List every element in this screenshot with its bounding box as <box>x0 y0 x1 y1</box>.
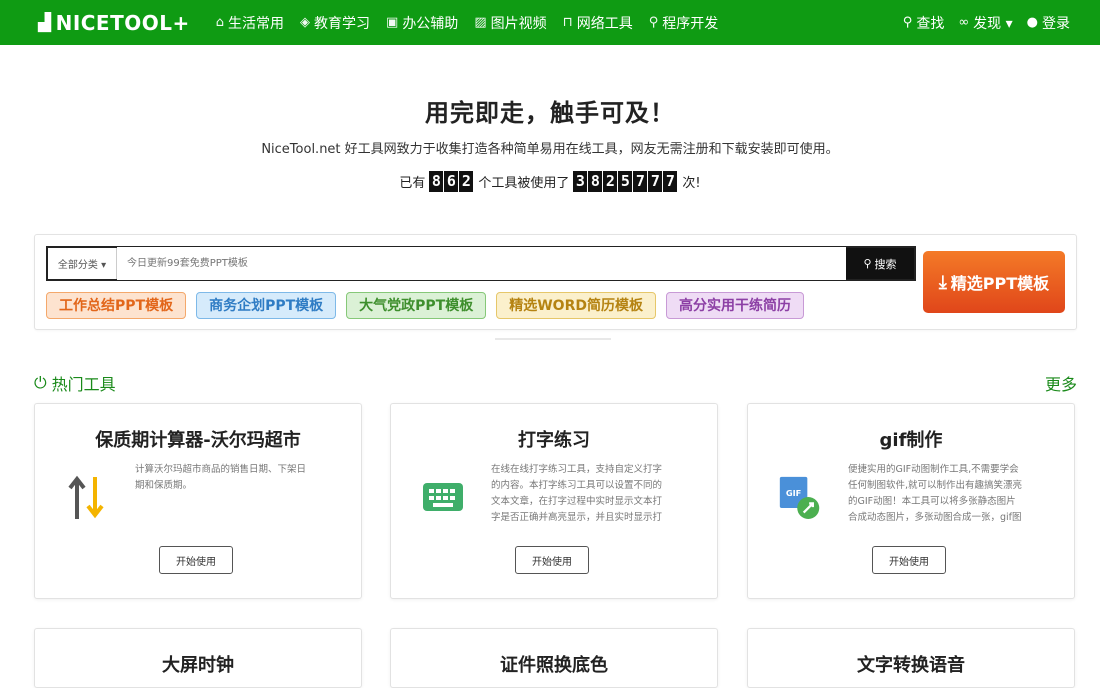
hero: 用完即走，触手可及！ NiceTool.net 好工具网致力于收集打造各种简单易… <box>0 93 1100 192</box>
card-title: 打字练习 <box>518 430 590 451</box>
graduation-cap-icon: ◈ <box>300 15 311 30</box>
binoculars-icon: ∞ <box>958 15 970 30</box>
category-select[interactable]: 全部分类 ▾ <box>48 248 117 279</box>
nav-item-network[interactable]: ⊓ 网络工具 <box>563 13 633 33</box>
search-icon: ⚲ <box>902 15 913 30</box>
usage-digit: 7 <box>633 171 648 192</box>
gif-maker-icon: GIF <box>778 462 822 532</box>
download-icon: ⤓ <box>938 271 947 293</box>
search-input[interactable] <box>117 247 846 280</box>
search-button-label: 搜索 <box>874 257 897 271</box>
nav-label: 程序开发 <box>662 15 719 32</box>
tag-business-plan[interactable]: 商务企划PPT模板 <box>196 292 337 319</box>
main-nav: ⌂ 生活常用 ◈ 教育学习 ▣ 办公辅助 ▨ 图片视频 ⊓ 网络工具 ⚲ 程序开… <box>216 13 735 33</box>
usage-digit: 3 <box>573 171 588 192</box>
login-link[interactable]: ● 登录 <box>1027 13 1070 33</box>
cta-label: 精选PPT模板 <box>950 274 1050 293</box>
start-button[interactable]: 开始使用 <box>515 546 589 574</box>
discover-label: 发现 ▾ <box>973 15 1013 32</box>
briefcase-icon: ▣ <box>386 15 399 30</box>
card-description: 计算沃尔玛超市商品的销售日期、下架日期和保质期。 <box>135 464 307 491</box>
logo-icon: ▟ <box>38 12 52 33</box>
usage-digit: 8 <box>588 171 603 192</box>
tag-party-gov[interactable]: 大气党政PPT模板 <box>346 292 487 319</box>
logo-text: NICETOOL+ <box>55 10 190 35</box>
nav-item-education[interactable]: ◈ 教育学习 <box>300 13 370 33</box>
keyboard-icon <box>421 462 465 532</box>
card-title: 文字转换语音 <box>857 655 965 676</box>
wechat-icon: ● <box>1026 15 1038 30</box>
nav-item-dev[interactable]: ⚲ 程序开发 <box>649 13 719 33</box>
usage-digit: 7 <box>648 171 663 192</box>
tool-count-digit: 8 <box>429 171 444 192</box>
nav-label: 网络工具 <box>576 15 633 32</box>
svg-text:GIF: GIF <box>786 488 801 498</box>
divider <box>495 338 611 340</box>
more-link[interactable]: 更多 <box>1045 371 1077 395</box>
card-title: 证件照换底色 <box>500 655 608 676</box>
usage-count: 3 8 2 5 7 7 7 <box>573 171 678 192</box>
tool-card[interactable]: 大屏时钟 <box>34 628 362 688</box>
card-title: 保质期计算器-沃尔玛超市 <box>95 430 301 451</box>
nav-label: 办公辅助 <box>402 15 459 32</box>
search-button[interactable]: ⚲ 搜索 <box>846 248 914 279</box>
tool-count-digit: 2 <box>459 171 474 192</box>
nav-label: 生活常用 <box>228 15 285 32</box>
card-title: gif制作 <box>879 430 943 451</box>
stats-prefix: 已有 <box>399 176 426 191</box>
search-link[interactable]: ⚲ 查找 <box>903 13 945 33</box>
tool-count: 8 6 2 <box>429 171 474 192</box>
start-button[interactable]: 开始使用 <box>872 546 946 574</box>
usage-digit: 7 <box>663 171 678 192</box>
tool-card[interactable]: 打字练习 在线在线打字练习工具，支持自定义打字的内容。本打字练习工具可以设置不同… <box>390 403 718 599</box>
wrench-icon: ⚲ <box>648 15 659 30</box>
power-icon: ⏻ <box>34 373 47 392</box>
home-icon: ⌂ <box>215 15 225 30</box>
sort-arrows-icon <box>65 462 109 532</box>
nav-label: 图片视频 <box>490 15 547 32</box>
nav-item-office[interactable]: ▣ 办公辅助 <box>386 13 458 33</box>
nav-item-media[interactable]: ▨ 图片视频 <box>474 13 546 33</box>
tool-card[interactable]: gif制作 GIF 便捷实用的GIF动图制作工具,不需要学会任何制图软件,就可以… <box>747 403 1075 599</box>
right-nav: ⚲ 查找 ∞ 发现 ▾ ● 登录 <box>889 0 1070 45</box>
tag-word-resume[interactable]: 精选WORD简历模板 <box>496 292 656 319</box>
page-title: 用完即走，触手可及！ <box>425 99 675 127</box>
tool-card[interactable]: 文字转换语音 <box>747 628 1075 688</box>
search-panel: 全部分类 ▾ ⚲ 搜索 工作总结PPT模板 商务企划PPT模板 大气党政PPT模… <box>34 234 1077 330</box>
stats-middle: 个工具被使用了 <box>478 176 570 191</box>
nav-item-life[interactable]: ⌂ 生活常用 <box>216 13 284 33</box>
usage-stats: 已有 8 6 2 个工具被使用了 3 8 2 5 7 7 7 次! <box>0 171 1100 192</box>
search-bar: 全部分类 ▾ ⚲ 搜索 <box>46 246 916 281</box>
quick-tags: 工作总结PPT模板 商务企划PPT模板 大气党政PPT模板 精选WORD简历模板… <box>46 292 814 319</box>
tool-card[interactable]: 保质期计算器-沃尔玛超市 计算沃尔玛超市商品的销售日期、下架日期和保质期。 开始… <box>34 403 362 599</box>
top-navbar: ▟ NICETOOL+ ⌂ 生活常用 ◈ 教育学习 ▣ 办公辅助 ▨ 图片视频 … <box>0 0 1100 45</box>
section-title: ⏻ 热门工具 <box>34 371 116 395</box>
image-icon: ▨ <box>474 15 487 30</box>
page-subtitle: NiceTool.net 好工具网致力于收集打造各种简单易用在线工具，网友无需注… <box>261 142 839 157</box>
network-icon: ⊓ <box>562 15 573 30</box>
section-title-text: 热门工具 <box>51 375 116 394</box>
tag-work-summary[interactable]: 工作总结PPT模板 <box>46 292 187 319</box>
site-logo[interactable]: ▟ NICETOOL+ <box>38 11 190 35</box>
discover-dropdown[interactable]: ∞ 发现 ▾ <box>958 13 1012 33</box>
ppt-template-button[interactable]: ⤓ 精选PPT模板 <box>923 251 1065 313</box>
start-button[interactable]: 开始使用 <box>159 546 233 574</box>
hot-tools-header: ⏻ 热门工具 更多 <box>34 371 1077 395</box>
login-label: 登录 <box>1042 15 1070 32</box>
tool-card[interactable]: 证件照换底色 <box>390 628 718 688</box>
usage-digit: 5 <box>618 171 633 192</box>
card-title: 大屏时钟 <box>162 655 234 676</box>
card-description: 便捷实用的GIF动图制作工具,不需要学会任何制图软件,就可以制作出有趣搞笑漂亮的… <box>848 464 1023 523</box>
tool-count-digit: 6 <box>444 171 459 192</box>
search-icon: ⚲ <box>863 257 872 270</box>
card-description: 在线在线打字练习工具，支持自定义打字的内容。本打字练习工具可以设置不同的文本文章… <box>491 464 663 523</box>
nav-label: 教育学习 <box>314 15 371 32</box>
stats-suffix: 次! <box>682 176 701 191</box>
tag-resume[interactable]: 高分实用干练简历 <box>665 292 804 319</box>
search-link-label: 查找 <box>916 15 945 32</box>
usage-digit: 2 <box>603 171 618 192</box>
